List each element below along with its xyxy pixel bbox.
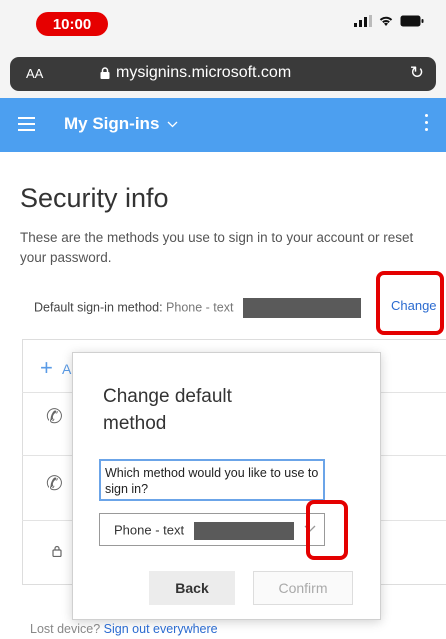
lock-icon [100,67,110,79]
lost-device-text: Lost device? [30,622,101,636]
add-method-label[interactable]: A [62,361,71,377]
more-vertical-icon[interactable] [425,114,428,131]
battery-icon [400,15,424,27]
signal-icon [354,15,372,27]
redacted-phone-number [193,522,294,540]
url-text: mysignins.microsoft.com [116,64,292,81]
method-select-value: Phone - text [114,522,294,540]
page-title: Security info [20,183,169,213]
system-icons [354,15,424,27]
url-field[interactable]: mysignins.microsoft.com [100,64,291,82]
dialog-question: Which method would you like to use to si… [105,466,319,496]
password-lock-icon [52,545,62,557]
method-select[interactable]: Phone - text [99,513,325,546]
phone-icon: ✆ [46,406,63,428]
app-title: My Sign-ins [64,114,160,133]
reload-icon[interactable]: ↻ [410,63,424,83]
text-size-button[interactable]: AA [26,66,43,81]
default-method-row: Default sign-in method: Phone - text [34,298,361,318]
status-time: 10:00 [36,12,108,36]
confirm-button[interactable]: Confirm [253,571,353,605]
url-bar[interactable]: AA mysignins.microsoft.com ↻ [10,57,436,91]
wifi-icon [379,16,393,26]
lost-device-row: Lost device? Sign out everywhere [30,622,218,636]
question-highlight: Which method would you like to use to si… [99,459,325,501]
hamburger-icon[interactable] [18,117,35,131]
highlight-dropdown-chevron [306,500,348,560]
phone-icon: ✆ [46,473,63,495]
app-title-menu[interactable]: My Sign-ins [64,114,178,134]
page-description: These are the methods you use to sign in… [20,230,414,265]
plus-icon[interactable]: + [40,355,53,381]
default-method-value: Phone - text [166,300,234,315]
chevron-down-icon [167,121,178,127]
dialog-title: Change default method [103,386,232,434]
app-header: My Sign-ins [0,98,446,152]
default-method-label: Default sign-in method: [34,300,163,315]
change-default-method-dialog: Change default method Which method would… [72,352,381,620]
highlight-change-link [376,271,444,335]
back-button[interactable]: Back [149,571,235,605]
redacted-phone-number [242,298,361,318]
sign-out-everywhere-link[interactable]: Sign out everywhere [104,622,218,636]
